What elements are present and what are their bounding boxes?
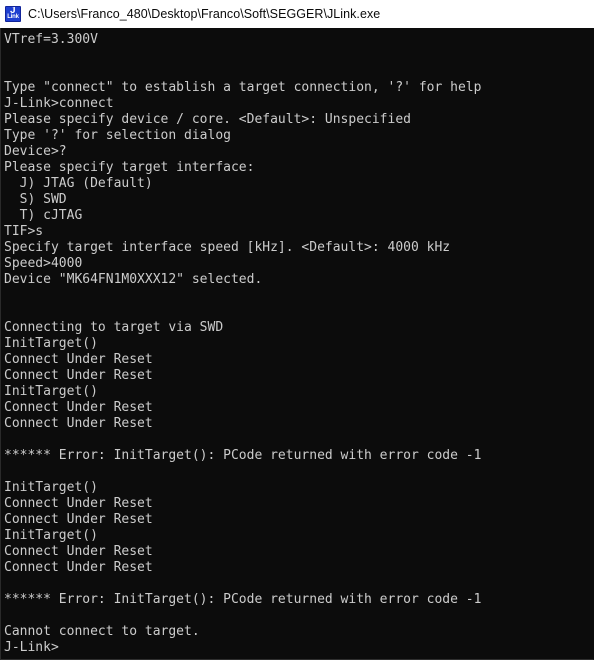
- jlink-app-icon: J Link: [5, 5, 21, 22]
- console-line: Connect Under Reset: [4, 368, 153, 383]
- console-output-area[interactable]: VTref=3.300V Type "connect" to establish…: [0, 28, 594, 660]
- console-line: Speed>4000: [4, 256, 83, 271]
- console-line: Please specify target interface:: [4, 160, 255, 175]
- console-line: Connect Under Reset: [4, 496, 153, 511]
- jlink-console-window: J Link C:\Users\Franco_480\Desktop\Franc…: [0, 0, 594, 660]
- console-line: InitTarget(): [4, 480, 98, 495]
- console-line: T) cJTAG: [4, 208, 83, 223]
- console-line: Connect Under Reset: [4, 400, 153, 415]
- console-line: ****** Error: InitTarget(): PCode return…: [4, 592, 482, 607]
- console-line: Type "connect" to establish a target con…: [4, 80, 482, 95]
- console-line: Connect Under Reset: [4, 544, 153, 559]
- console-line: J-Link>: [4, 640, 59, 655]
- console-line: Connect Under Reset: [4, 352, 153, 367]
- console-line: Device "MK64FN1M0XXX12" selected.: [4, 272, 263, 287]
- console-line: Please specify device / core. <Default>:…: [4, 112, 411, 127]
- jlink-icon-link-label: Link: [7, 13, 19, 20]
- console-line: Connecting to target via SWD: [4, 320, 224, 335]
- console-line: J-Link>connect: [4, 96, 114, 111]
- window-titlebar[interactable]: J Link C:\Users\Franco_480\Desktop\Franc…: [0, 0, 594, 28]
- console-line: Cannot connect to target.: [4, 624, 200, 639]
- console-line: Specify target interface speed [kHz]. <D…: [4, 240, 451, 255]
- console-line: TIF>s: [4, 224, 44, 239]
- console-line: J) JTAG (Default): [4, 176, 153, 191]
- console-text-buffer: VTref=3.300V Type "connect" to establish…: [4, 32, 593, 656]
- console-line: Connect Under Reset: [4, 416, 153, 431]
- console-line: Type '?' for selection dialog: [4, 128, 231, 143]
- console-line: Device>?: [4, 144, 67, 159]
- window-title: C:\Users\Franco_480\Desktop\Franco\Soft\…: [28, 6, 381, 21]
- console-line: ****** Error: InitTarget(): PCode return…: [4, 448, 482, 463]
- console-line: VTref=3.300V: [4, 32, 98, 47]
- console-line: Connect Under Reset: [4, 512, 153, 527]
- console-line: InitTarget(): [4, 528, 98, 543]
- console-line: InitTarget(): [4, 384, 98, 399]
- console-line: Connect Under Reset: [4, 560, 153, 575]
- console-line: S) SWD: [4, 192, 67, 207]
- console-line: InitTarget(): [4, 336, 98, 351]
